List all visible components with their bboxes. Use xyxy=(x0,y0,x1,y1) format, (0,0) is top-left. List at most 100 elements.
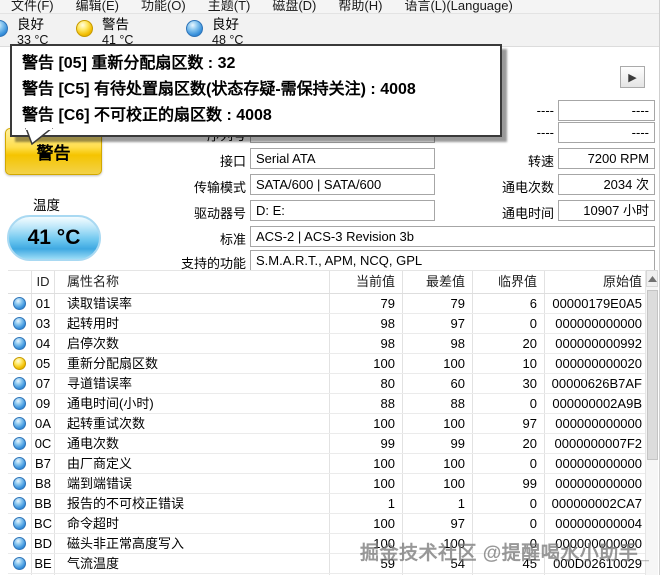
info-label: 通电次数 xyxy=(501,180,554,195)
warning-orb-icon xyxy=(13,357,26,370)
menu-bar: 文件(F) 编辑(E) 功能(O) 主题(T) 磁盘(D) 帮助(H) 语言(L)(Lang… xyxy=(0,0,660,14)
menu-item-h[interactable]: 帮助(H) xyxy=(327,0,393,13)
drive-tab-bar: 良好 33 °C 警告 41 °C 良好 48 °C xyxy=(0,14,660,47)
cell-raw-value: 000000000004 xyxy=(555,516,642,531)
cell-worst-value: 100 xyxy=(403,354,473,373)
table-scrollbar[interactable] xyxy=(645,270,658,575)
cell-id: 03 xyxy=(32,314,55,333)
scrollbar-up-button[interactable] xyxy=(646,270,658,287)
info-value-box: D: E: xyxy=(250,200,435,221)
good-orb-icon xyxy=(13,557,26,570)
cell-id: BB xyxy=(32,494,55,513)
menu-item-llanguage[interactable]: 语言(L)(Language) xyxy=(393,0,523,13)
cell-threshold: 20 xyxy=(473,334,545,353)
cell-id: BD xyxy=(32,534,55,553)
cell-raw-value: 000000000000 xyxy=(555,456,642,471)
cell-threshold: 30 xyxy=(473,374,545,393)
table-row[interactable]: 09 通电时间(小时) 88 88 0 000000002A9B xyxy=(8,394,645,414)
row-status-cell xyxy=(8,334,32,353)
watermark-text: 掘金技术社区 @提醒喝水小助手_ xyxy=(360,543,650,564)
cell-raw-value: 000000000000 xyxy=(555,416,642,431)
info-row-left: 支持的功能 S.M.A.R.T., APM, NCQ, GPL xyxy=(140,250,655,272)
scrollbar-thumb[interactable] xyxy=(647,290,658,460)
good-orb-icon xyxy=(186,20,203,37)
table-row[interactable]: 0C 通电次数 99 99 20 0000000007F2 xyxy=(8,434,645,454)
table-row[interactable]: 0A 起转重试次数 100 100 97 000000000000 xyxy=(8,414,645,434)
info-value-box: 7200 RPM xyxy=(558,148,655,169)
table-row[interactable]: 05 重新分配扇区数 100 100 10 000000000020 xyxy=(8,354,645,374)
table-row[interactable]: 01 读取错误率 79 79 6 00000179E0A5 xyxy=(8,294,645,314)
info-value-box: 2034 次 xyxy=(558,174,655,195)
table-row[interactable]: 07 寻道错误率 80 60 30 00000626B7AF xyxy=(8,374,645,394)
table-header-row: ID 属性名称 当前值 最差值 临界值 原始值 xyxy=(8,270,645,294)
row-status-cell xyxy=(8,494,32,513)
cell-worst-value: 97 xyxy=(403,314,473,333)
cell-worst-value: 88 xyxy=(403,394,473,413)
table-row[interactable]: BB 报告的不可校正错误 1 1 0 000000002CA7 xyxy=(8,494,645,514)
cell-raw-value: 000000000000 xyxy=(555,316,642,331)
info-row-right: 通电时间 10907 小时 xyxy=(470,200,655,222)
good-orb-icon xyxy=(13,397,26,410)
menu-item-t[interactable]: 主题(T) xyxy=(197,0,262,13)
row-status-cell xyxy=(8,314,32,333)
cell-attribute-name: 通电时间(小时) xyxy=(55,394,330,413)
cell-threshold: 0 xyxy=(473,514,545,533)
tooltip-warning-line: 警告 [C6] 不可校正的扇区数 : 4008 xyxy=(22,107,272,124)
good-orb-icon xyxy=(13,537,26,550)
drive-tab-3[interactable]: 良好 48 °C xyxy=(186,17,243,47)
info-row-left: 驱动器号 D: E: xyxy=(140,200,435,222)
drive-tab-status: 良好 xyxy=(212,17,239,32)
row-status-cell xyxy=(8,414,32,433)
table-row[interactable]: B8 端到端错误 100 100 99 000000000000 xyxy=(8,474,645,494)
row-status-cell xyxy=(8,434,32,453)
cell-current-value: 100 xyxy=(330,474,403,493)
drive-tab-text: 良好 48 °C xyxy=(212,17,243,47)
table-row[interactable]: 03 起转用时 98 97 0 000000000000 xyxy=(8,314,645,334)
cell-id: 04 xyxy=(32,334,55,353)
cell-worst-value: 100 xyxy=(403,414,473,433)
drive-tab-1[interactable]: 良好 33 °C xyxy=(0,17,48,47)
info-label: 支持的功能 xyxy=(180,256,246,271)
menu-item-f[interactable]: 文件(F) xyxy=(0,0,65,13)
good-orb-icon xyxy=(13,377,26,390)
cell-raw-value: 000000000000 xyxy=(555,476,642,491)
row-status-cell xyxy=(8,514,32,533)
cell-worst-value: 98 xyxy=(403,334,473,353)
menu-item-o[interactable]: 功能(O) xyxy=(130,0,197,13)
cell-id: 09 xyxy=(32,394,55,413)
cell-current-value: 99 xyxy=(330,434,403,453)
info-label: 标准 xyxy=(219,232,246,247)
cell-attribute-name: 气流温度 xyxy=(55,554,330,573)
cell-worst-value: 100 xyxy=(403,454,473,473)
info-label: 转速 xyxy=(527,154,554,169)
menu-item-e[interactable]: 编辑(E) xyxy=(65,0,130,13)
cell-current-value: 98 xyxy=(330,314,403,333)
row-status-cell xyxy=(8,454,32,473)
table-row[interactable]: BC 命令超时 100 97 0 000000000004 xyxy=(8,514,645,534)
temperature-button[interactable]: 41 °C xyxy=(7,215,101,261)
info-value-box: SATA/600 | SATA/600 xyxy=(250,174,435,195)
table-row[interactable]: B7 由厂商定义 100 100 0 000000000000 xyxy=(8,454,645,474)
menu-item-d[interactable]: 磁盘(D) xyxy=(261,0,327,13)
drive-tab-text: 警告 41 °C xyxy=(102,17,133,47)
cell-threshold: 20 xyxy=(473,434,545,453)
tooltip-warning-line: 警告 [C5] 有待处置扇区数(状态存疑-需保持关注) : 4008 xyxy=(22,81,416,98)
crystaldiskinfo-window: 文件(F) 编辑(E) 功能(O) 主题(T) 磁盘(D) 帮助(H) 语言(L)(Lang… xyxy=(0,0,660,575)
cell-attribute-name: 通电次数 xyxy=(55,434,330,453)
table-row[interactable]: 04 启停次数 98 98 20 000000000992 xyxy=(8,334,645,354)
next-disk-button[interactable]: ▶ xyxy=(620,66,645,88)
cell-worst-value: 100 xyxy=(403,474,473,493)
info-value-box: S.M.A.R.T., APM, NCQ, GPL xyxy=(250,250,655,271)
cell-id: 01 xyxy=(32,294,55,313)
cell-raw-value: 000000002CA7 xyxy=(551,496,642,511)
cell-raw-value: 000000000020 xyxy=(555,356,642,371)
drive-tab-2[interactable]: 警告 41 °C xyxy=(76,17,133,47)
info-value-box: ---- xyxy=(558,100,655,121)
cell-current-value: 79 xyxy=(330,294,403,313)
good-orb-icon xyxy=(13,317,26,330)
cell-threshold: 99 xyxy=(473,474,545,493)
info-row-left: 传输模式 SATA/600 | SATA/600 xyxy=(140,174,435,196)
cell-id: BE xyxy=(32,554,55,573)
drive-tab-status: 警告 xyxy=(102,17,129,32)
header-name: 属性名称 xyxy=(55,271,330,293)
